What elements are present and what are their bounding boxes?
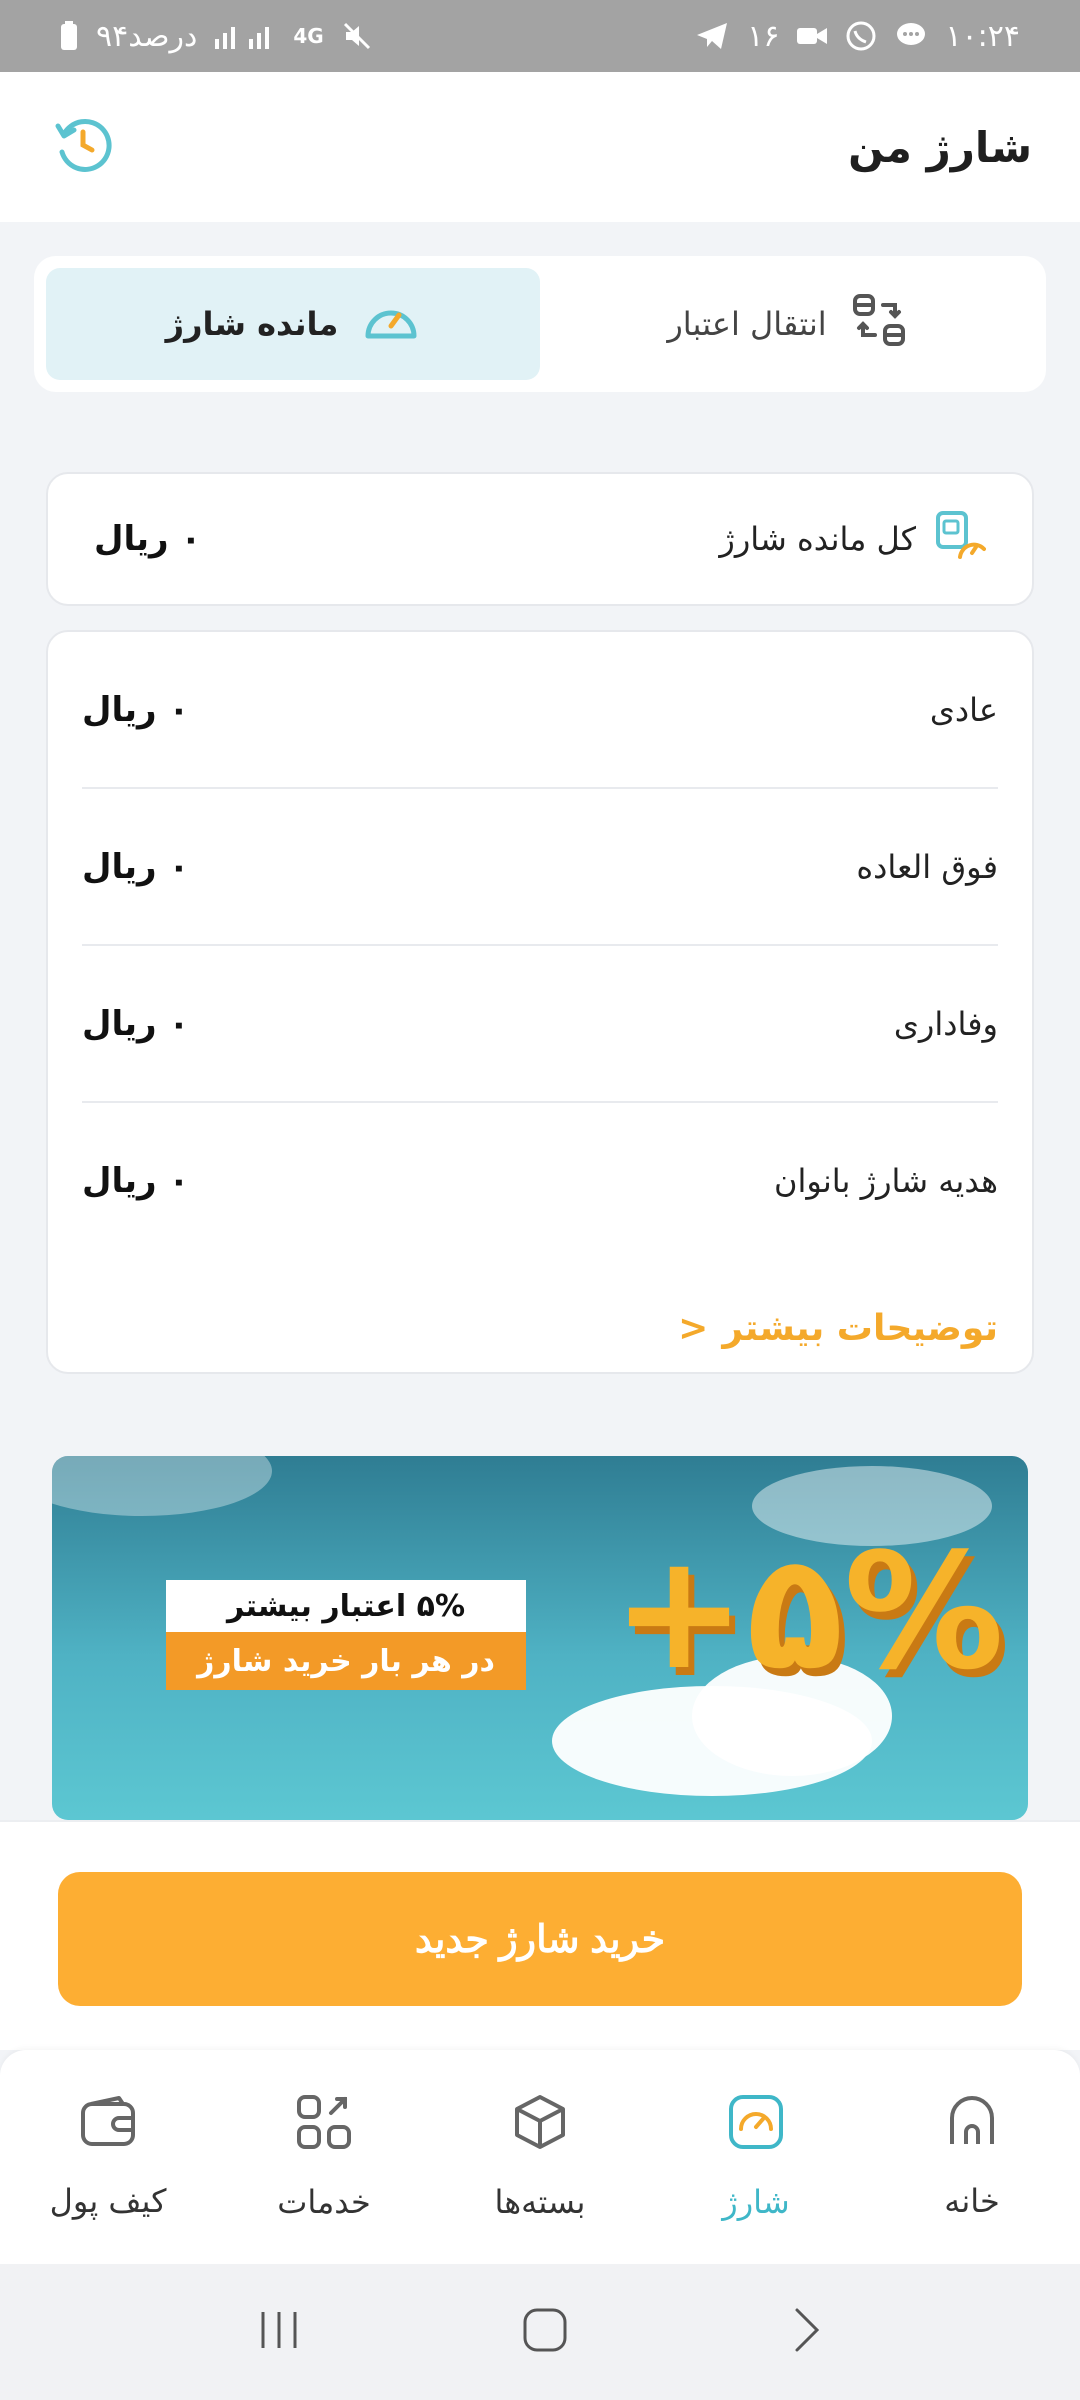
charge-gauge-icon (727, 2093, 785, 2159)
detail-row-loyalty: ۰ ریال وفاداری (82, 946, 998, 1103)
page-title: شارژ من (848, 122, 1032, 172)
home-icon (944, 2094, 1000, 2158)
battery-text: ۹۴درصد (96, 18, 198, 54)
whatsapp-icon (845, 20, 877, 52)
nav-charge[interactable]: شارژ (656, 2093, 856, 2221)
detail-amount: ۰ ریال (82, 689, 190, 730)
total-balance-card: ۰ ریال کل مانده شارژ (46, 472, 1034, 606)
sim-icon (934, 509, 986, 569)
buy-area: خرید شارژ جدید (0, 1820, 1080, 2050)
balance-details-card: ۰ ریال عادی ۰ ریال فوق العاده ۰ ریال وفا… (46, 630, 1034, 1374)
status-time: ۱۰:۲۴ (945, 18, 1020, 54)
tab-bar: مانده شارژ انتقال اعتبار (34, 256, 1046, 392)
tab-remaining-label: مانده شارژ (165, 305, 339, 343)
detail-row-extra: ۰ ریال فوق العاده (82, 789, 998, 946)
app-header: شارژ من (0, 72, 1080, 222)
message-icon (895, 21, 927, 51)
nav-services-label: خدمات (277, 2183, 371, 2221)
promo-line-1: ۵% اعتبار بیشتر (166, 1580, 526, 1632)
promo-number: +۵% (612, 1518, 1012, 1705)
detail-label: عادی (929, 690, 998, 729)
battery-icon (60, 21, 78, 51)
signal-icon (215, 23, 275, 49)
tab-credit-transfer[interactable]: انتقال اعتبار (540, 268, 1034, 380)
nav-wallet[interactable]: کیف پول (8, 2094, 208, 2220)
tab-transfer-label: انتقال اعتبار (667, 305, 827, 343)
history-icon (52, 114, 114, 180)
nav-wallet-label: کیف پول (49, 2182, 167, 2220)
nav-home-label: خانه (944, 2182, 1000, 2220)
status-left: ۹۴درصد 4G (60, 19, 372, 54)
recent-apps-button[interactable] (257, 2308, 301, 2356)
mute-icon (342, 21, 372, 51)
detail-label: هدیه شارژ بانوان (773, 1161, 998, 1200)
detail-label: وفاداری (893, 1004, 998, 1043)
notification-count: ۱۶ (747, 18, 780, 54)
home-button[interactable] (521, 2306, 569, 2358)
cloud-decoration (52, 1456, 272, 1516)
promo-line-2: در هر بار خرید شارژ (166, 1632, 526, 1690)
back-button[interactable] (789, 2306, 823, 2358)
nav-home[interactable]: خانه (872, 2094, 1072, 2220)
nav-packages-label: بسته‌ها (494, 2183, 586, 2221)
bottom-navigation: خانه شارژ بسته‌ها خدمات کیف پول (0, 2050, 1080, 2264)
detail-row-women-gift: ۰ ریال هدیه شارژ بانوان (82, 1103, 998, 1258)
more-details-label: توضیحات بیشتر (722, 1307, 998, 1349)
buy-new-charge-button[interactable]: خرید شارژ جدید (58, 1872, 1022, 2006)
more-details-link[interactable]: > توضیحات بیشتر (82, 1258, 998, 1398)
transfer-icon (851, 292, 907, 356)
nav-packages[interactable]: بسته‌ها (440, 2093, 640, 2221)
promo-banner[interactable]: +۵% ۵% اعتبار بیشتر در هر بار خرید شارژ (52, 1456, 1028, 1820)
detail-row-normal: ۰ ریال عادی (82, 632, 998, 789)
history-button[interactable] (48, 112, 118, 182)
detail-amount: ۰ ریال (82, 1003, 190, 1044)
status-right: ۱۶ ۱۰:۲۴ (695, 19, 1020, 54)
services-grid-icon (295, 2093, 353, 2159)
status-bar: ۹۴درصد 4G ۱۶ ۱۰:۲۴ (0, 0, 1080, 72)
tab-remaining-charge[interactable]: مانده شارژ (46, 268, 540, 380)
total-label-group: کل مانده شارژ (719, 509, 986, 569)
gauge-icon (362, 298, 420, 350)
nav-charge-label: شارژ (722, 2183, 790, 2221)
detail-amount: ۰ ریال (82, 1160, 190, 1201)
detail-amount: ۰ ریال (82, 846, 190, 887)
detail-label: فوق العاده (856, 847, 998, 886)
package-icon (511, 2093, 569, 2159)
telegram-icon (695, 21, 729, 51)
chevron-icon: > (678, 1307, 709, 1349)
network-type: 4G (293, 24, 324, 48)
total-amount: ۰ ریال (94, 519, 202, 559)
system-navigation (0, 2264, 1080, 2400)
wallet-icon (79, 2094, 137, 2158)
nav-services[interactable]: خدمات (224, 2093, 424, 2221)
promo-text-box: ۵% اعتبار بیشتر در هر بار خرید شارژ (166, 1580, 526, 1694)
total-label: کل مانده شارژ (719, 520, 916, 558)
video-icon (797, 25, 828, 47)
